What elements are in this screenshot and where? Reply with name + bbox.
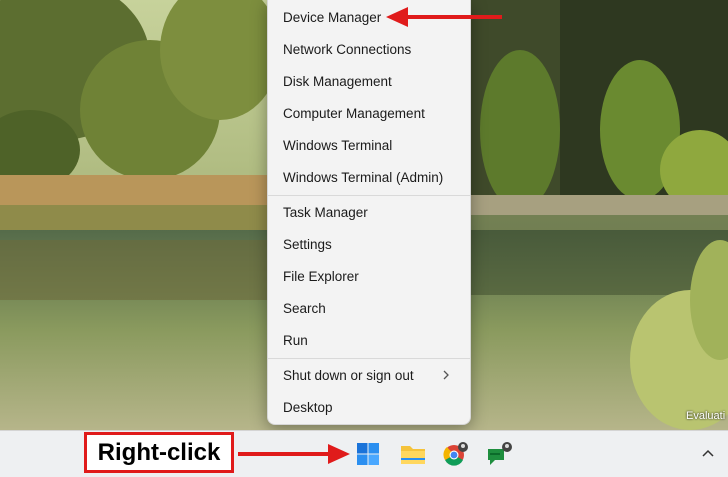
chat-app-button[interactable] — [485, 439, 515, 469]
menu-item-network-connections[interactable]: Network Connections — [272, 34, 466, 64]
file-explorer-button[interactable] — [398, 439, 428, 469]
winx-context-menu: Device Manager Network Connections Disk … — [267, 0, 471, 425]
menu-item-computer-management[interactable]: Computer Management — [272, 98, 466, 128]
menu-item-label: File Explorer — [283, 268, 359, 284]
menu-item-run[interactable]: Run — [272, 325, 466, 355]
menu-item-task-manager[interactable]: Task Manager — [272, 197, 466, 227]
menu-item-windows-terminal[interactable]: Windows Terminal — [272, 130, 466, 160]
menu-item-label: Shut down or sign out — [283, 367, 414, 383]
windows-start-icon — [357, 443, 379, 465]
file-explorer-icon — [401, 446, 425, 464]
menu-item-desktop[interactable]: Desktop — [272, 392, 466, 422]
chat-app-icon — [488, 442, 512, 465]
menu-item-file-explorer[interactable]: File Explorer — [272, 261, 466, 291]
menu-item-shut-down-sign-out[interactable]: Shut down or sign out — [272, 360, 466, 390]
chevron-right-icon — [443, 370, 449, 380]
right-click-annotation: Right-click — [84, 432, 234, 473]
menu-item-label: Network Connections — [283, 41, 412, 57]
menu-separator — [268, 358, 470, 359]
menu-item-label: Device Manager — [283, 9, 382, 25]
chevron-up-icon[interactable] — [700, 445, 716, 461]
menu-item-label: Task Manager — [283, 204, 368, 220]
menu-item-disk-management[interactable]: Disk Management — [272, 66, 466, 96]
menu-item-settings[interactable]: Settings — [272, 229, 466, 259]
menu-item-label: Settings — [283, 236, 332, 252]
menu-item-label: Windows Terminal — [283, 137, 393, 153]
menu-item-label: Search — [283, 300, 326, 316]
annotation-arrow-right — [238, 444, 350, 464]
annotation-label: Right-click — [97, 438, 221, 466]
menu-item-windows-terminal-admin[interactable]: Windows Terminal (Admin) — [272, 162, 466, 192]
menu-item-label: Desktop — [283, 399, 333, 415]
menu-item-label: Computer Management — [283, 105, 425, 121]
start-button[interactable] — [353, 439, 383, 469]
menu-item-label: Run — [283, 332, 308, 348]
chrome-icon — [443, 442, 468, 466]
chrome-button[interactable] — [441, 439, 471, 469]
menu-item-label: Disk Management — [283, 73, 392, 89]
menu-item-search[interactable]: Search — [272, 293, 466, 323]
annotation-arrow-left — [386, 7, 502, 27]
menu-item-label: Windows Terminal (Admin) — [283, 169, 444, 185]
menu-separator — [268, 195, 470, 196]
evaluation-watermark: Evaluati — [686, 410, 726, 422]
